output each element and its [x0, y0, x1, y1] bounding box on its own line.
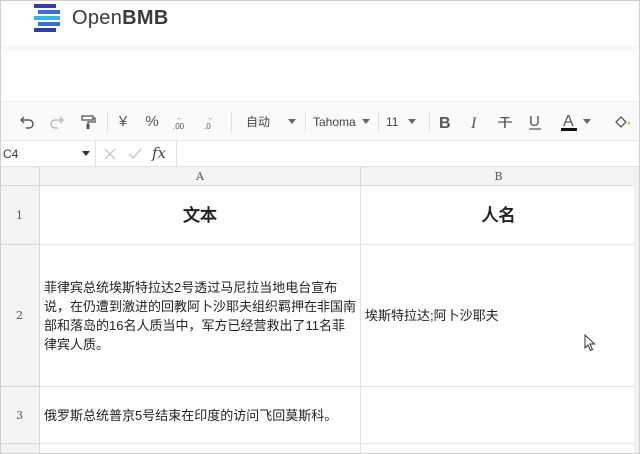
paint-format-icon [81, 114, 96, 129]
underline-icon: U [529, 113, 541, 130]
svg-text:←: ← [176, 115, 183, 122]
cell-b1[interactable]: 人名 [361, 186, 637, 245]
bold-button[interactable]: B [434, 102, 456, 141]
format-painter-button[interactable] [76, 102, 100, 141]
row-header-2[interactable]: 2 [0, 245, 40, 387]
cell-b1-text: 人名 [481, 205, 516, 225]
app-header: OpenBMB [0, 0, 640, 46]
decimal-decrease-icon: →.0 [204, 115, 213, 131]
font-size-select[interactable]: 11 [386, 102, 426, 141]
number-format-value: 自动 [246, 115, 271, 129]
cell-a2[interactable]: 菲律宾总统埃斯特拉达2号透过马尼拉当地电台宣布说，在仍遭到激进的回教阿卜沙耶夫组… [40, 245, 361, 387]
font-size-value: 11 [386, 114, 399, 129]
toolbar: ¥ % ← .00 → .0 自动 Tahoma 11 B I T U A [0, 101, 640, 141]
italic-button[interactable]: I [464, 102, 486, 141]
cell-a3-text: 俄罗斯总统普京5号结束在印度的访问飞回莫斯科。 [44, 407, 338, 423]
svg-text:U: U [529, 113, 540, 130]
redo-icon [50, 116, 64, 129]
cell-a1-text: 文本 [183, 205, 217, 225]
svg-text:.0: .0 [204, 122, 211, 131]
formula-bar: C4 fx [0, 141, 640, 167]
name-box[interactable]: C4 [0, 141, 96, 166]
cell-b2-text: 埃斯特拉达;阿卜沙耶夫 [365, 308, 499, 323]
row-header-4[interactable] [0, 444, 40, 454]
cell-a1[interactable]: 文本 [40, 186, 361, 245]
strikethrough-icon: T [498, 115, 512, 130]
cancel-edit-button[interactable] [104, 141, 116, 166]
formula-input[interactable] [176, 141, 640, 166]
cell-b4[interactable] [361, 444, 637, 454]
italic-icon: I [470, 115, 477, 130]
cell-b3[interactable] [361, 387, 637, 444]
chevron-down-icon [583, 119, 591, 124]
toolbar-divider [107, 112, 108, 132]
fill-color-button[interactable] [608, 102, 636, 141]
toolbar-divider [305, 112, 306, 132]
strikethrough-button[interactable]: T [494, 102, 516, 141]
font-family-select[interactable]: Tahoma [313, 102, 375, 141]
close-icon [104, 148, 116, 159]
cell-a3[interactable]: 俄罗斯总统普京5号结束在印度的访问飞回莫斯科。 [40, 387, 361, 444]
svg-text:B: B [439, 115, 451, 130]
brand-name-regular: Open [72, 7, 123, 29]
chevron-down-icon [82, 151, 90, 156]
chevron-down-icon [288, 119, 297, 124]
column-header-b[interactable]: B [361, 167, 637, 186]
confirm-edit-button[interactable] [128, 141, 142, 166]
select-all-corner[interactable] [0, 167, 40, 186]
decimal-increase-icon: ←.00 [173, 115, 185, 131]
currency-button[interactable]: ¥ [112, 102, 134, 141]
svg-text:I: I [470, 115, 477, 130]
cell-b2[interactable]: 埃斯特拉达;阿卜沙耶夫 [361, 245, 637, 387]
toolbar-divider [378, 112, 379, 132]
toolbar-divider [429, 112, 430, 132]
cell-reference: C4 [3, 146, 19, 161]
column-header-a[interactable]: A [40, 167, 361, 186]
cell-a2-text: 菲律宾总统埃斯特拉达2号透过马尼拉当地电台宣布说，在仍遭到激进的回教阿卜沙耶夫组… [44, 279, 357, 352]
brand-name-bold: BMB [122, 7, 169, 29]
toolbar-divider [231, 112, 232, 132]
undo-button[interactable] [14, 102, 40, 141]
percent-button[interactable]: % [140, 102, 164, 141]
row-header-1[interactable]: 1 [0, 186, 40, 245]
brand-name: OpenBMB [72, 7, 169, 30]
decimal-increase-button[interactable]: ← .00 [170, 102, 194, 141]
svg-text:→: → [206, 115, 213, 122]
sheet-grid: A B 1 文本 人名 2 菲律宾总统埃斯特拉达2号透过马尼拉当地电台宣布说，在… [0, 167, 640, 454]
cell-a4[interactable] [40, 444, 361, 454]
underline-button[interactable]: U [524, 102, 546, 141]
undo-icon [20, 116, 34, 129]
check-icon [128, 148, 142, 159]
openbmb-logo-icon [34, 4, 60, 32]
decimal-decrease-button[interactable]: → .0 [200, 102, 224, 141]
text-color-button[interactable]: A [558, 102, 594, 141]
vertical-scrollbar[interactable] [634, 167, 640, 454]
function-icon[interactable]: fx [152, 144, 166, 162]
svg-text:A: A [563, 113, 574, 130]
redo-button[interactable] [44, 102, 70, 141]
number-format-select[interactable]: 自动 [246, 102, 300, 141]
fill-color-icon [615, 115, 630, 128]
mouse-pointer-icon [584, 334, 596, 352]
font-family-value: Tahoma [313, 114, 356, 129]
svg-text:.00: .00 [173, 122, 185, 131]
chevron-down-icon [361, 119, 370, 124]
text-color-icon: A [561, 113, 577, 131]
row-header-3[interactable]: 3 [0, 387, 40, 444]
bold-icon: B [439, 115, 451, 130]
chevron-down-icon [408, 119, 417, 124]
